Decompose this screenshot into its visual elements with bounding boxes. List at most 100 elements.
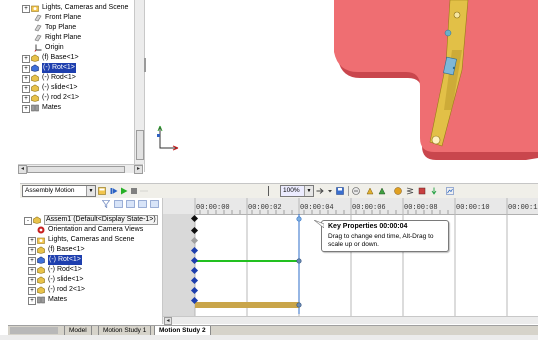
motion-tree-item-assembly[interactable]: - Assem1 (Default<Display State-1>) [20,215,162,225]
tree-item-label: Front Plane [45,14,82,21]
timeline-horizontal-scrollbar[interactable]: ◂ [163,316,538,325]
expand-icon[interactable]: + [28,287,36,295]
graphics-viewport[interactable] [146,0,538,180]
time-tick-label: 00:00:04 [300,204,334,212]
tree-item-right-plane[interactable]: Right Plane [18,33,144,43]
filter-driving-icon[interactable] [126,200,135,208]
tree-item-mates[interactable]: + Mates [18,103,144,113]
part-icon [37,256,45,264]
playback-speed-icon[interactable] [140,187,148,195]
collapse-icon[interactable]: - [24,217,32,225]
expand-icon[interactable]: + [28,247,36,255]
plane-icon [34,34,42,42]
motion-tree-item-orientation[interactable]: Orientation and Camera Views [20,225,162,235]
tree-item-rot[interactable]: + (-) Rot<1> [18,63,144,73]
expand-icon[interactable]: + [22,5,30,13]
zoom-value: 100% [283,187,300,194]
scroll-right-icon[interactable]: ▸ [134,165,143,174]
scroll-thumb[interactable] [27,166,125,173]
play-from-start-icon[interactable] [110,187,118,195]
rot-motion-bar[interactable] [195,260,299,262]
chevron-down-icon[interactable]: ▼ [304,186,313,196]
tree-item-rod[interactable]: + (-) Rod<1> [18,73,144,83]
save-icon[interactable] [336,187,344,195]
filter-animated-icon[interactable] [114,200,123,208]
contact-icon[interactable] [418,187,426,195]
motion-tree-item-rot[interactable]: + (-) Rot<1> [20,255,162,265]
scroll-left-icon[interactable]: ◂ [164,317,172,325]
calculator-icon[interactable] [98,187,106,195]
keypoint-end[interactable] [296,302,302,308]
filter-results-icon[interactable] [150,200,159,208]
tree-item-front-plane[interactable]: Front Plane [18,13,144,23]
expand-icon[interactable]: + [28,257,36,265]
motion-tree-item-slide[interactable]: + (-) slide<1> [20,275,162,285]
part-icon [37,276,45,284]
key-properties-tooltip: Key Properties 00:00:04 Drag to change e… [314,220,449,252]
motion-tree-item-rod[interactable]: + (-) Rod<1> [20,265,162,275]
motion-tree-item-label: Orientation and Camera Views [48,226,144,233]
mates-icon [37,296,45,304]
keypoint-end[interactable] [296,216,302,222]
tooltip-body-line2: scale up or down. [328,241,379,248]
filter-icon[interactable] [102,200,110,208]
keypoint-end[interactable] [296,258,302,264]
tree-item-label: (-) slide<1> [42,84,78,91]
study-type-value: Assembly Motion [25,187,75,194]
tree-item-origin[interactable]: Origin [18,43,144,53]
expand-icon[interactable]: + [22,65,30,73]
gravity-icon[interactable] [430,187,438,195]
part-icon [31,94,39,102]
arrow-icon[interactable] [316,187,324,195]
tab-scroll-buttons[interactable] [10,327,58,334]
tooltip-pointer [314,220,324,228]
motion-tree-item-lights[interactable]: + Lights, Cameras and Scene [20,235,162,245]
expand-icon[interactable]: + [22,55,30,63]
time-tick-label: 00:00:00 [196,204,230,212]
tree-item-lights[interactable]: + Lights, Cameras and Scene [18,3,144,13]
scroll-left-icon[interactable]: ◂ [18,165,27,174]
tree-item-rod2[interactable]: + (-) rod 2<1> [18,93,144,103]
expand-icon[interactable]: + [28,297,36,305]
tree-horizontal-scrollbar[interactable]: ◂ ▸ [18,164,143,174]
tree-item-slide[interactable]: + (-) slide<1> [18,83,144,93]
motion-tree-item-label: Lights, Cameras and Scene [48,236,135,243]
expand-icon[interactable]: + [28,277,36,285]
tree-item-base[interactable]: + (f) Base<1> [18,53,144,63]
play-icon[interactable] [120,187,128,195]
timeline-area[interactable]: 00:00:00 00:00:02 00:00:04 00:00:06 00:0… [163,198,538,325]
motor-icon[interactable] [394,187,402,195]
expand-icon[interactable]: + [22,85,30,93]
study-type-select[interactable]: Assembly Motion ▼ [22,185,96,197]
motion-tree-item-label: Assem1 (Default<Display State-1>) [44,215,158,225]
motion-tree-item-mates[interactable]: + Mates [20,295,162,305]
motion-tree-item-base[interactable]: + (f) Base<1> [20,245,162,255]
expand-icon[interactable]: + [22,75,30,83]
mates-motion-bar[interactable] [195,302,299,308]
tree-vertical-scrollbar[interactable] [134,0,144,164]
time-tick-label: 00:00:06 [352,204,386,212]
add-key-icon[interactable] [378,187,386,195]
time-tick-label: 00:00:12 [508,204,538,212]
autokey-icon[interactable] [366,187,374,195]
results-plot-icon[interactable] [446,187,454,195]
tab-label: Motion Study 1 [103,327,147,334]
scroll-thumb[interactable] [136,130,144,160]
spring-icon[interactable] [406,187,414,195]
dropdown-arrow-icon[interactable] [326,187,334,195]
motion-tree-item-rod2[interactable]: + (-) rod 2<1> [20,285,162,295]
filter-selected-icon[interactable] [138,200,147,208]
expand-icon[interactable]: + [22,105,30,113]
part-icon [37,246,45,254]
chevron-down-icon[interactable]: ▼ [86,186,95,196]
timeline-grid [163,198,508,318]
part-icon [31,84,39,92]
zoom-select[interactable]: 100% ▼ [280,185,314,197]
expand-icon[interactable]: + [22,95,30,103]
stop-icon[interactable] [130,187,138,195]
animation-wizard-icon[interactable] [352,187,360,195]
expand-icon[interactable]: + [28,237,36,245]
expand-icon[interactable]: + [28,267,36,275]
part-icon [37,286,45,294]
tree-item-top-plane[interactable]: Top Plane [18,23,144,33]
